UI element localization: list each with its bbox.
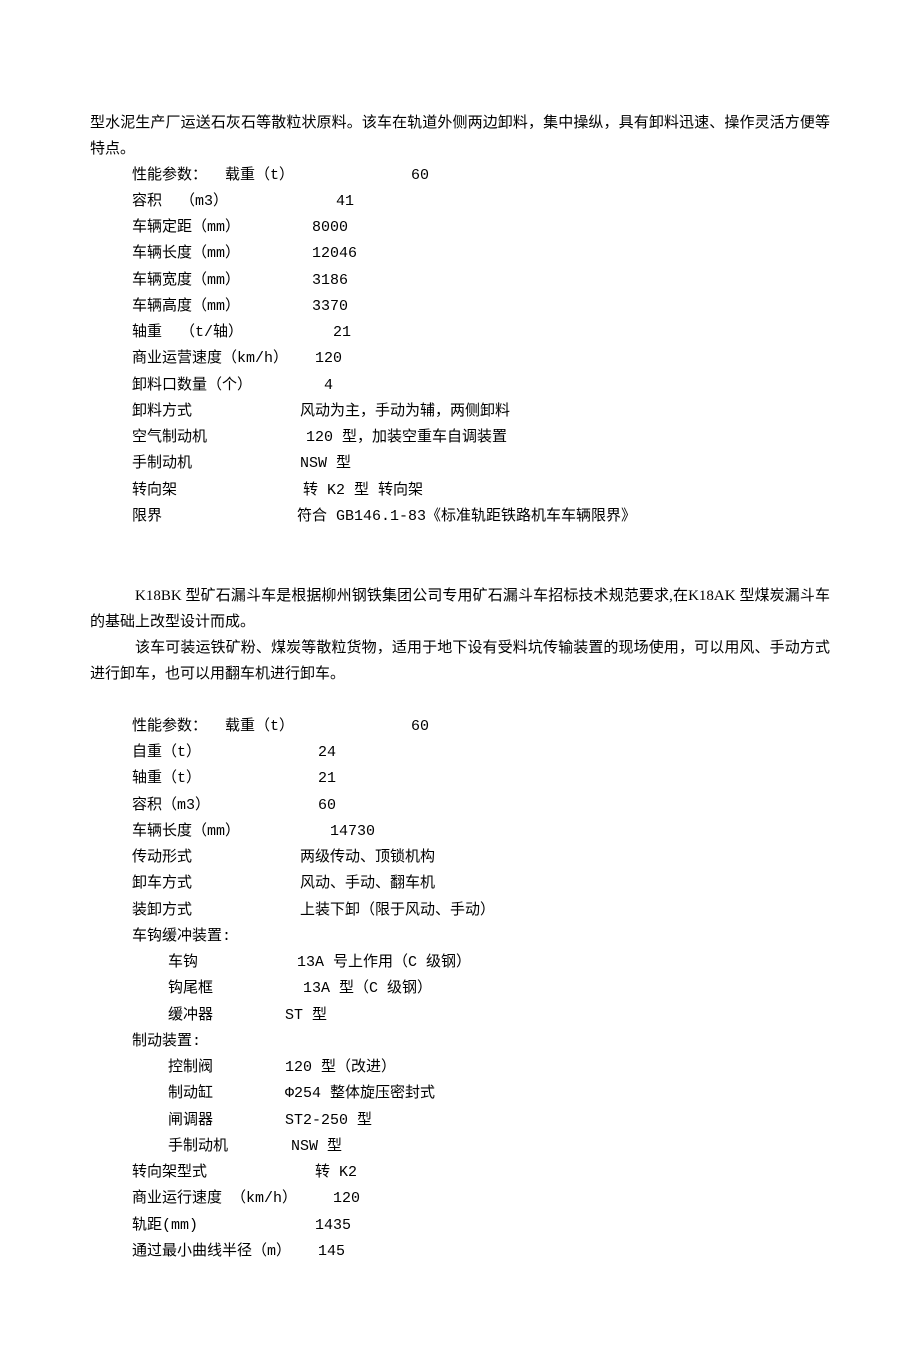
- spec-row: 性能参数： 载重（t） 60: [132, 163, 830, 189]
- spec-block-1: 性能参数： 载重（t） 60容积 （m3） 41车辆定距（mm） 8000车辆长…: [90, 163, 830, 531]
- spec-row: 钩尾框 13A 型（C 级钢）: [132, 976, 830, 1002]
- spec-row: 车钩缓冲装置:: [132, 924, 830, 950]
- spec-row: 轴重（t） 21: [132, 766, 830, 792]
- spec-row: 手制动机 NSW 型: [132, 1134, 830, 1160]
- spec-row: 制动装置:: [132, 1029, 830, 1055]
- spec-row: 轨距(mm) 1435: [132, 1213, 830, 1239]
- intro-paragraph-2b: 该车可装运铁矿粉、煤炭等散粒货物，适用于地下设有受料坑传输装置的现场使用，可以用…: [90, 635, 830, 688]
- spec-block-2: 性能参数： 载重（t） 60自重（t） 24轴重（t） 21容积（m3） 60车…: [90, 714, 830, 1265]
- spec-row: 性能参数： 载重（t） 60: [132, 714, 830, 740]
- blank-line: [90, 530, 830, 556]
- spec-row: 制动缸 Φ254 整体旋压密封式: [132, 1081, 830, 1107]
- blank-line: [90, 556, 830, 582]
- spec-row: 轴重 （t/轴） 21: [132, 320, 830, 346]
- spec-row: 转向架 转 K2 型 转向架: [132, 478, 830, 504]
- spec-row: 闸调器 ST2-250 型: [132, 1108, 830, 1134]
- spec-row: 自重（t） 24: [132, 740, 830, 766]
- intro-paragraph-1: 型水泥生产厂运送石灰石等散粒状原料。该车在轨道外侧两边卸料，集中操纵，具有卸料迅…: [90, 110, 830, 163]
- spec-row: 车辆长度（mm） 14730: [132, 819, 830, 845]
- spec-row: 容积（m3） 60: [132, 793, 830, 819]
- spec-row: 限界 符合 GB146.1-83《标准轨距铁路机车车辆限界》: [132, 504, 830, 530]
- spec-row: 控制阀 120 型（改进）: [132, 1055, 830, 1081]
- spec-row: 卸料口数量（个） 4: [132, 373, 830, 399]
- spec-row: 商业运行速度 （km/h） 120: [132, 1186, 830, 1212]
- spec-row: 通过最小曲线半径（m） 145: [132, 1239, 830, 1265]
- blank-line: [90, 688, 830, 714]
- spec-row: 空气制动机 120 型，加装空重车自调装置: [132, 425, 830, 451]
- spec-row: 车辆定距（mm） 8000: [132, 215, 830, 241]
- spec-row: 车辆长度（mm） 12046: [132, 241, 830, 267]
- spec-row: 商业运营速度（km/h） 120: [132, 346, 830, 372]
- spec-row: 容积 （m3） 41: [132, 189, 830, 215]
- intro-paragraph-2a: K18BK 型矿石漏斗车是根据柳州钢铁集团公司专用矿石漏斗车招标技术规范要求,在…: [90, 583, 830, 636]
- spec-row: 转向架型式 转 K2: [132, 1160, 830, 1186]
- spec-row: 手制动机 NSW 型: [132, 451, 830, 477]
- spec-row: 装卸方式 上装下卸（限于风动、手动）: [132, 898, 830, 924]
- spec-row: 卸车方式 风动、手动、翻车机: [132, 871, 830, 897]
- spec-row: 车钩 13A 号上作用（C 级钢）: [132, 950, 830, 976]
- spec-row: 车辆宽度（mm） 3186: [132, 268, 830, 294]
- spec-row: 缓冲器 ST 型: [132, 1003, 830, 1029]
- spec-row: 传动形式 两级传动、顶锁机构: [132, 845, 830, 871]
- spec-row: 车辆高度（mm） 3370: [132, 294, 830, 320]
- spec-row: 卸料方式 风动为主，手动为辅，两侧卸料: [132, 399, 830, 425]
